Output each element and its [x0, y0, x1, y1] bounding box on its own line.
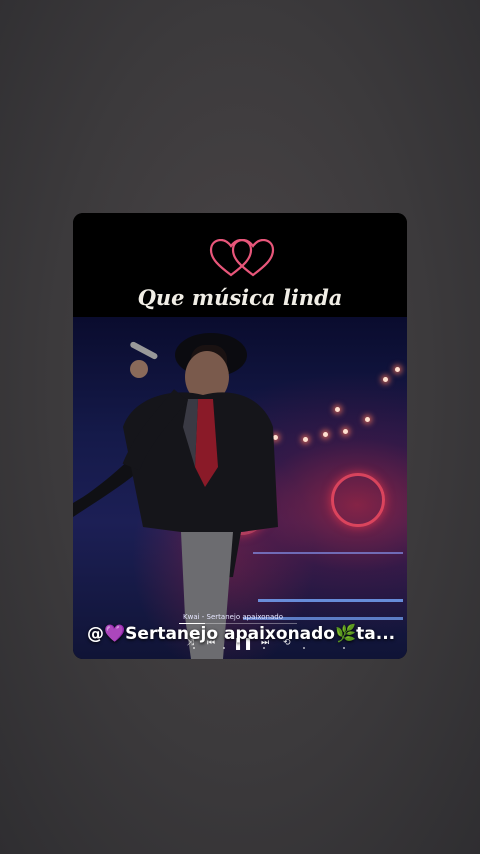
post-caption: Que música linda: [137, 285, 343, 310]
video-post-card[interactable]: Que música linda Kwai - Sertanejo apaixo…: [73, 213, 407, 659]
singer-figure: [73, 333, 278, 659]
player-track-title: Kwai - Sertanejo apaixonado: [183, 613, 284, 621]
post-username[interactable]: @💜Sertanejo apaixonado🌿ta...: [87, 624, 395, 644]
page-indicator-dots: [73, 647, 407, 655]
concert-video[interactable]: Kwai - Sertanejo apaixonado ⤨ ⏮ ❚❚ ⏭ ⟲: [73, 317, 407, 659]
double-heart-outline-icon: [209, 239, 275, 277]
post-header: Que música linda: [73, 213, 407, 317]
